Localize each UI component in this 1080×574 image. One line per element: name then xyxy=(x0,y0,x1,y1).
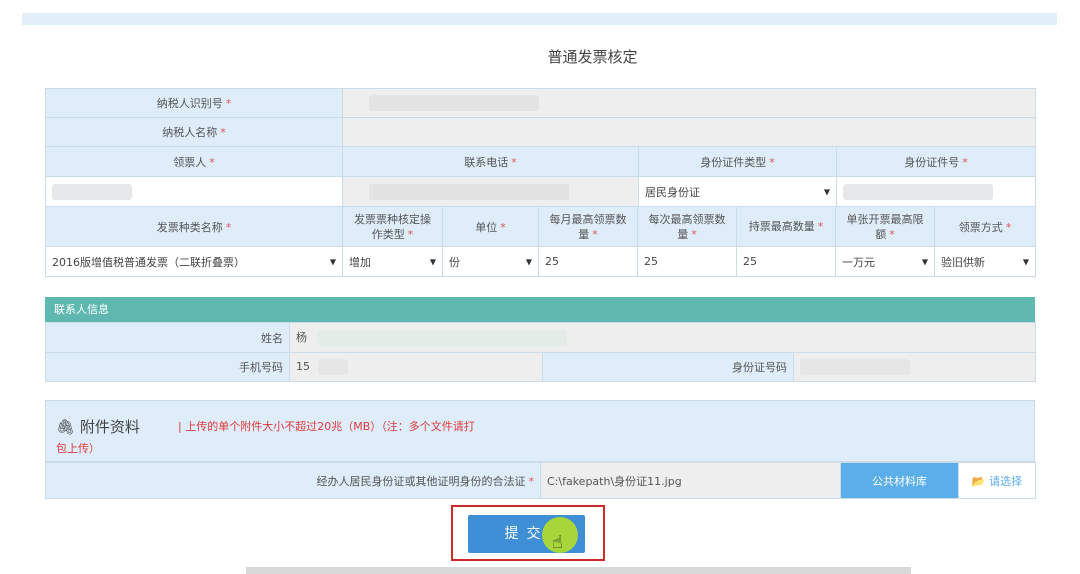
method-select[interactable]: 验旧供新 ▼ xyxy=(934,246,1036,277)
taxpayer-name-label: 纳税人名称 * xyxy=(45,117,343,147)
unit-select[interactable]: 份 ▼ xyxy=(442,246,539,277)
op-type-select[interactable]: 增加 ▼ xyxy=(342,246,443,277)
public-library-button[interactable]: 公共材料库 xyxy=(840,462,959,499)
chevron-down-icon: ▼ xyxy=(429,257,436,266)
single-limit-select[interactable]: 一万元 ▼ xyxy=(835,246,935,277)
per-max-input[interactable]: 25 xyxy=(637,246,737,277)
contact-mobile-label: 手机号码 xyxy=(45,352,290,382)
chevron-down-icon: ▼ xyxy=(525,257,532,266)
taxpayer-table: 纳税人识别号 * 纳税人名称 * xyxy=(45,88,1036,147)
recipient-label: 领票人 * xyxy=(45,146,343,177)
recipient-table: 领票人 * 联系电话 * 身份证件类型 * 身份证件号 * 居民身份证 ▼ xyxy=(45,146,1036,207)
contact-name-label: 姓名 xyxy=(45,322,290,353)
id-type-select[interactable]: 居民身份证 ▼ xyxy=(638,176,837,207)
attachments-note: | 上传的单个附件大小不超过20兆（MB）（注：多个文件请打 xyxy=(178,420,475,433)
contact-id-input[interactable] xyxy=(792,352,1037,382)
hold-max-input[interactable]: 25 xyxy=(736,246,836,277)
choose-file-button[interactable]: 📂 请选择 xyxy=(958,462,1036,499)
per-max-header: 每次最高领票数量 * xyxy=(637,206,737,247)
contact-table: 姓名 杨 手机号码 15 身份证号码 xyxy=(45,322,1037,382)
chevron-down-icon: ▼ xyxy=(823,187,830,196)
single-limit-header: 单张开票最高限额 * xyxy=(835,206,935,247)
attachments-note-cont: 包上传） xyxy=(56,442,100,455)
contact-name-input[interactable]: 杨 xyxy=(288,322,1037,353)
id-number-input[interactable] xyxy=(836,176,1036,207)
unit-header: 单位 * xyxy=(442,206,539,247)
chevron-down-icon: ▼ xyxy=(1022,257,1029,266)
attachments-panel: 🖇 附件资料 | 上传的单个附件大小不超过20兆（MB）（注：多个文件请打 包上… xyxy=(45,400,1035,462)
doc-label: 经办人居民身份证或其他证明身份的合法证 * xyxy=(45,462,541,499)
id-type-label: 身份证件类型 * xyxy=(638,146,837,177)
id-number-label: 身份证件号 * xyxy=(836,146,1036,177)
hand-cursor-icon: ☝ xyxy=(552,532,563,553)
top-banner xyxy=(22,13,1057,25)
attachments-title: 🖇 附件资料 xyxy=(56,418,140,436)
chevron-down-icon: ▼ xyxy=(329,257,336,266)
attachment-row: 经办人居民身份证或其他证明身份的合法证 * C:\fakepath\身份证11.j… xyxy=(45,462,1036,499)
chevron-down-icon: ▼ xyxy=(921,257,928,266)
paperclip-icon: 🖇 xyxy=(56,418,76,436)
op-type-header: 发票票种核定操作类型 * xyxy=(342,206,443,247)
monthly-max-header: 每月最高领票数量 * xyxy=(538,206,638,247)
folder-icon: 📂 xyxy=(971,474,986,488)
contact-id-label: 身份证号码 xyxy=(542,352,794,382)
taxpayer-id-field xyxy=(342,88,1036,118)
page-title: 普通发票核定 xyxy=(547,48,638,66)
phone-input[interactable] xyxy=(342,176,639,207)
taxpayer-id-label: 纳税人识别号 * xyxy=(45,88,343,118)
hold-max-header: 持票最高数量 * xyxy=(736,206,836,247)
type-name-select[interactable]: 2016版增值税普通发票（二联折叠票） ▼ xyxy=(45,246,343,277)
recipient-input[interactable] xyxy=(45,176,343,207)
taxpayer-name-field xyxy=(342,117,1036,147)
contact-mobile-input[interactable]: 15 xyxy=(289,352,543,382)
file-path-field: C:\fakepath\身份证11.jpg xyxy=(540,462,841,499)
horizontal-scrollbar[interactable] xyxy=(246,567,911,574)
contact-section-header: 联系人信息 xyxy=(45,297,1035,322)
type-name-header: 发票种类名称 * xyxy=(45,206,343,247)
monthly-max-input[interactable]: 25 xyxy=(538,246,638,277)
method-header: 领票方式 * xyxy=(934,206,1036,247)
invoice-table: 发票种类名称 * 发票票种核定操作类型 * 单位 * 每月最高领票数量 * 每次最高领票… xyxy=(45,206,1036,277)
phone-label: 联系电话 * xyxy=(342,146,639,177)
